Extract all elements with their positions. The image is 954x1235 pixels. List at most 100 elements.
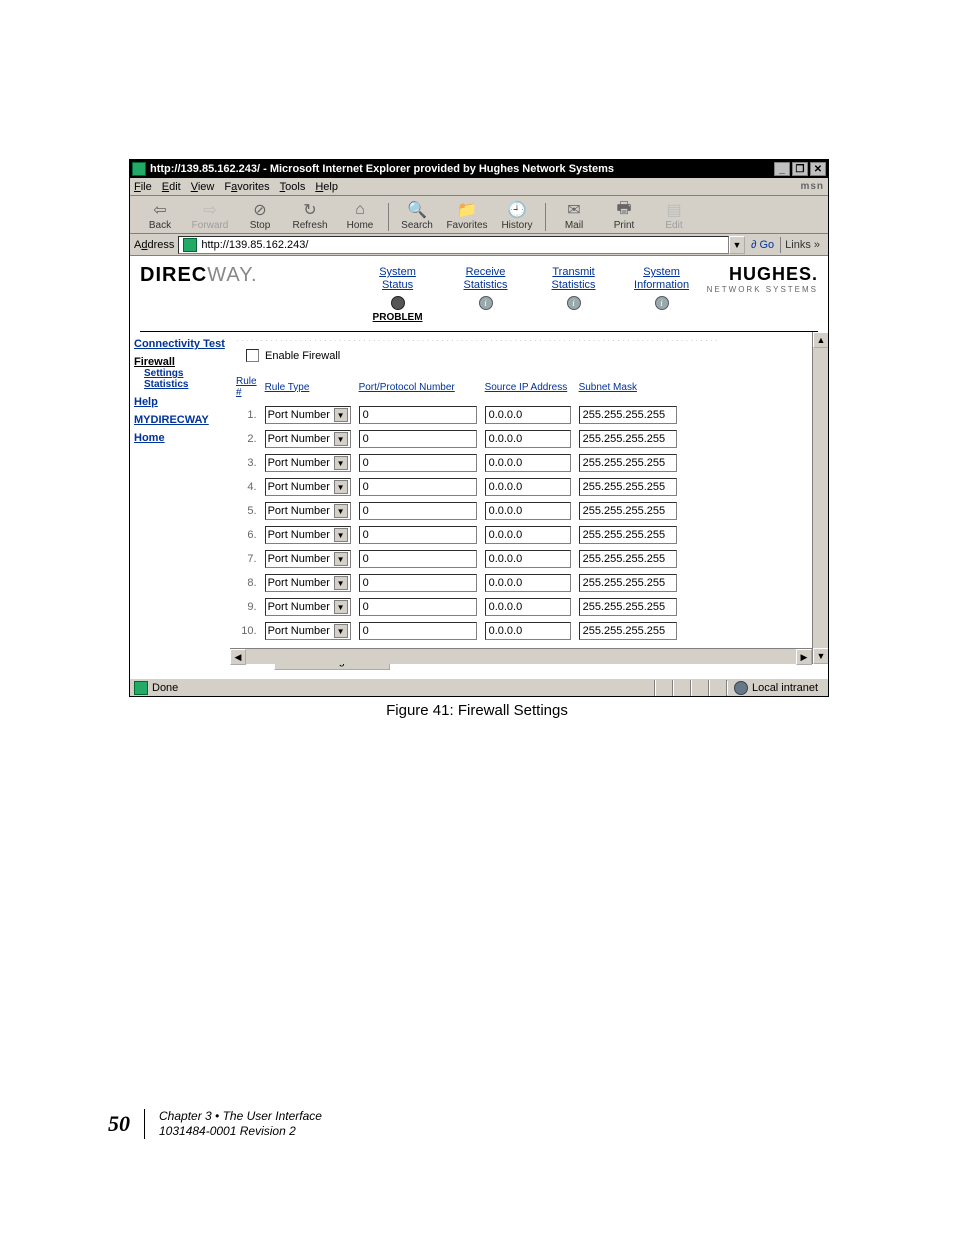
port-input[interactable]: 0 xyxy=(359,550,477,568)
source-ip-input[interactable]: 0.0.0.0 xyxy=(485,430,571,448)
col-port[interactable]: Port/Protocol Number xyxy=(359,376,485,400)
enable-firewall-row: Enable Firewall xyxy=(246,349,820,362)
subnet-mask-input[interactable]: 255.255.255.255 xyxy=(579,406,677,424)
mail-button[interactable]: ✉Mail xyxy=(550,200,598,231)
subnet-mask-input[interactable]: 255.255.255.255 xyxy=(579,550,677,568)
port-input[interactable]: 0 xyxy=(359,454,477,472)
home-button[interactable]: ⌂Home xyxy=(336,200,384,231)
scroll-down-button[interactable]: ▼ xyxy=(813,648,828,664)
source-ip-input[interactable]: 0.0.0.0 xyxy=(485,478,571,496)
forward-button[interactable]: ⇨Forward xyxy=(186,200,234,231)
port-input[interactable]: 0 xyxy=(359,502,477,520)
rule-type-select[interactable]: Port Number▼ xyxy=(265,622,351,640)
go-button[interactable]: ∂ Go xyxy=(751,239,774,251)
toolbar: ⇦Back ⇨Forward ⊘Stop ↻Refresh ⌂Home 🔍Sea… xyxy=(130,196,828,234)
search-button[interactable]: 🔍Search xyxy=(393,200,441,231)
rule-type-select[interactable]: Port Number▼ xyxy=(265,430,351,448)
sidebar-firewall-settings[interactable]: Settings xyxy=(144,368,226,379)
menu-edit[interactable]: Edit xyxy=(162,181,181,193)
port-input[interactable]: 0 xyxy=(359,526,477,544)
horizontal-scrollbar[interactable]: ◀ ▶ xyxy=(230,648,812,664)
source-ip-input[interactable]: 0.0.0.0 xyxy=(485,406,571,424)
scroll-left-button[interactable]: ◀ xyxy=(230,649,246,665)
rule-type-select[interactable]: Port Number▼ xyxy=(265,478,351,496)
menu-file[interactable]: File xyxy=(134,181,152,193)
rule-type-select[interactable]: Port Number▼ xyxy=(265,502,351,520)
back-button[interactable]: ⇦Back xyxy=(136,200,184,231)
port-input[interactable]: 0 xyxy=(359,574,477,592)
port-input[interactable]: 0 xyxy=(359,598,477,616)
source-ip-input[interactable]: 0.0.0.0 xyxy=(485,598,571,616)
subnet-mask-input[interactable]: 255.255.255.255 xyxy=(579,430,677,448)
rule-type-select[interactable]: Port Number▼ xyxy=(265,454,351,472)
port-input[interactable]: 0 xyxy=(359,430,477,448)
source-ip-input[interactable]: 0.0.0.0 xyxy=(485,526,571,544)
toolbar-separator xyxy=(388,203,389,231)
enable-firewall-checkbox[interactable] xyxy=(246,349,259,362)
stop-button[interactable]: ⊘Stop xyxy=(236,200,284,231)
col-rule-type[interactable]: Rule Type xyxy=(265,376,359,400)
minimize-button[interactable]: _ xyxy=(774,162,790,176)
port-input[interactable]: 0 xyxy=(359,622,477,640)
sidebar-help[interactable]: Help xyxy=(134,396,226,408)
scroll-up-button[interactable]: ▲ xyxy=(813,332,828,348)
address-dropdown-button[interactable]: ▼ xyxy=(729,236,745,254)
sidebar-firewall[interactable]: Firewall xyxy=(134,356,175,368)
sidebar-mydirecway[interactable]: MYDIRECWAY xyxy=(134,414,226,426)
address-input[interactable]: http://139.85.162.243/ xyxy=(178,236,729,254)
subnet-mask-input[interactable]: 255.255.255.255 xyxy=(579,454,677,472)
edit-button[interactable]: ▤Edit xyxy=(650,200,698,231)
figure-caption: Figure 41: Firewall Settings xyxy=(0,702,954,719)
nav-system-status[interactable]: SystemStatus PROBLEM xyxy=(368,266,428,323)
menu-tools[interactable]: Tools xyxy=(280,181,306,193)
rule-type-select[interactable]: Port Number▼ xyxy=(265,598,351,616)
nav-transmit-statistics[interactable]: TransmitStatistics i xyxy=(544,266,604,323)
source-ip-input[interactable]: 0.0.0.0 xyxy=(485,550,571,568)
subnet-mask-input[interactable]: 255.255.255.255 xyxy=(579,526,677,544)
maximize-button[interactable]: ❐ xyxy=(792,162,808,176)
history-icon: 🕘 xyxy=(507,200,527,220)
col-subnet[interactable]: Subnet Mask xyxy=(579,376,685,400)
sidebar: Connectivity Test Firewall Settings Stat… xyxy=(130,332,230,664)
rule-type-select[interactable]: Port Number▼ xyxy=(265,574,351,592)
mail-icon: ✉ xyxy=(564,200,584,220)
address-label: Address xyxy=(134,239,174,251)
sidebar-firewall-statistics[interactable]: Statistics xyxy=(144,379,226,390)
table-row: 4.Port Number▼00.0.0.0255.255.255.255 xyxy=(236,478,685,496)
rule-type-select[interactable]: Port Number▼ xyxy=(265,526,351,544)
history-button[interactable]: 🕘History xyxy=(493,200,541,231)
links-button[interactable]: Links » xyxy=(781,239,824,251)
source-ip-input[interactable]: 0.0.0.0 xyxy=(485,574,571,592)
subnet-mask-input[interactable]: 255.255.255.255 xyxy=(579,502,677,520)
port-input[interactable]: 0 xyxy=(359,406,477,424)
refresh-icon: ↻ xyxy=(300,200,320,220)
rule-type-select[interactable]: Port Number▼ xyxy=(265,406,351,424)
chevron-down-icon: ▼ xyxy=(334,600,348,614)
source-ip-input[interactable]: 0.0.0.0 xyxy=(485,454,571,472)
source-ip-input[interactable]: 0.0.0.0 xyxy=(485,622,571,640)
port-input[interactable]: 0 xyxy=(359,478,477,496)
subnet-mask-input[interactable]: 255.255.255.255 xyxy=(579,622,677,640)
source-ip-input[interactable]: 0.0.0.0 xyxy=(485,502,571,520)
rule-type-select[interactable]: Port Number▼ xyxy=(265,550,351,568)
col-rule-num[interactable]: Rule # xyxy=(236,376,265,400)
subnet-mask-input[interactable]: 255.255.255.255 xyxy=(579,574,677,592)
menu-help[interactable]: Help xyxy=(315,181,338,193)
nav-system-information[interactable]: SystemInformation i xyxy=(632,266,692,323)
favorites-button[interactable]: 📁Favorites xyxy=(443,200,491,231)
nav-receive-statistics[interactable]: ReceiveStatistics i xyxy=(456,266,516,323)
menu-view[interactable]: View xyxy=(191,181,215,193)
subnet-mask-input[interactable]: 255.255.255.255 xyxy=(579,478,677,496)
menu-favorites[interactable]: Favorites xyxy=(224,181,269,193)
scroll-right-button[interactable]: ▶ xyxy=(796,649,812,665)
sidebar-home[interactable]: Home xyxy=(134,432,226,444)
subnet-mask-input[interactable]: 255.255.255.255 xyxy=(579,598,677,616)
vertical-scrollbar[interactable]: ▲ ▼ xyxy=(812,332,828,664)
page-footer: 50 Chapter 3 • The User Interface 103148… xyxy=(108,1109,322,1139)
col-source-ip[interactable]: Source IP Address xyxy=(485,376,579,400)
close-button[interactable]: ✕ xyxy=(810,162,826,176)
refresh-button[interactable]: ↻Refresh xyxy=(286,200,334,231)
address-bar: Address http://139.85.162.243/ ▼ ∂ Go Li… xyxy=(130,234,828,256)
print-button[interactable]: 🖶Print xyxy=(600,200,648,231)
sidebar-connectivity-test[interactable]: Connectivity Test xyxy=(134,338,226,350)
